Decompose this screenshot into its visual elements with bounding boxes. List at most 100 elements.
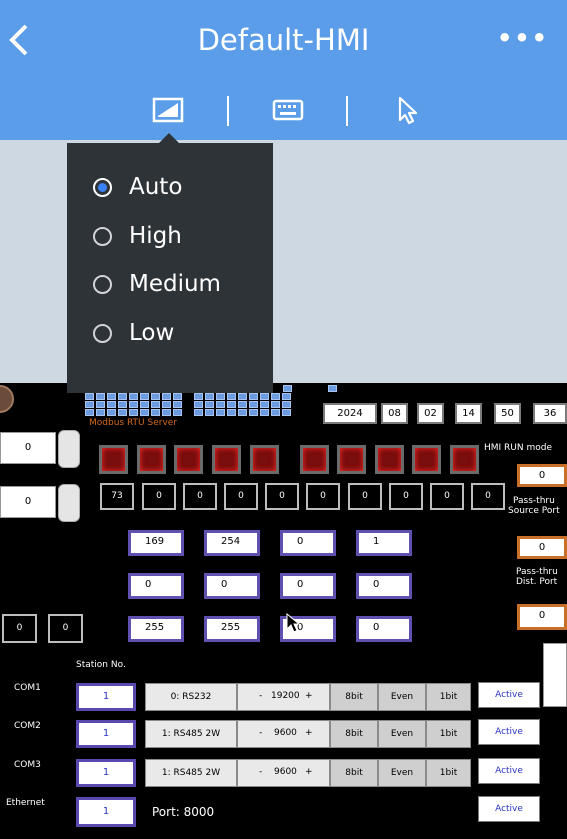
date-year[interactable]: 2024: [323, 403, 377, 424]
time-hour[interactable]: 14: [455, 403, 482, 424]
com1-station-field[interactable]: 1: [76, 683, 136, 711]
indicator-cell: [85, 393, 94, 400]
indicator-cell: [151, 409, 160, 416]
com1-mode-select[interactable]: 0: RS232: [145, 683, 237, 711]
status-lamp[interactable]: [99, 445, 128, 474]
quality-option-medium[interactable]: Medium: [93, 269, 221, 299]
value-spinner[interactable]: 0: [0, 432, 56, 464]
com3-stopbits[interactable]: 1bit: [426, 759, 471, 787]
com1-active-button[interactable]: Active: [478, 682, 540, 708]
indicator-cell: [151, 401, 160, 408]
com3-baud-stepper[interactable]: - 9600 +: [237, 759, 330, 787]
ip-octet-field[interactable]: 254: [204, 530, 260, 556]
indicator-cell: [151, 393, 160, 400]
indicator-cell: [140, 409, 149, 416]
status-lamp[interactable]: [337, 445, 366, 474]
time-second[interactable]: 36: [533, 403, 567, 424]
indicator-cell: [271, 393, 280, 400]
ip-octet-field[interactable]: 255: [204, 616, 260, 642]
spinner-arrows[interactable]: [58, 484, 80, 522]
com2-databits[interactable]: 8bit: [330, 720, 378, 748]
indicator-cell: [194, 393, 203, 400]
register-value: 0: [265, 483, 299, 510]
status-lamp[interactable]: [300, 445, 329, 474]
indicator-cell: [271, 401, 280, 408]
image-quality-icon[interactable]: [152, 96, 184, 124]
com1-stopbits[interactable]: 1bit: [426, 683, 471, 711]
com1-baud-stepper[interactable]: - 19200 +: [237, 683, 330, 711]
indicator-cell: [249, 401, 258, 408]
ethernet-active-button[interactable]: Active: [478, 796, 540, 822]
value-spinner[interactable]: 0: [0, 486, 56, 518]
quality-option-auto[interactable]: Auto: [93, 172, 182, 202]
com3-label: COM3: [14, 760, 41, 770]
value-field[interactable]: 0: [517, 604, 567, 630]
ip-octet-field[interactable]: 0: [356, 616, 412, 642]
ip-octet-field[interactable]: 255: [128, 616, 184, 642]
ip-octet-field[interactable]: 0: [280, 573, 336, 599]
time-minute[interactable]: 50: [494, 403, 521, 424]
com3-databits[interactable]: 8bit: [330, 759, 378, 787]
indicator-cell: [205, 393, 214, 400]
quality-option-low[interactable]: Low: [93, 318, 174, 348]
quality-option-high[interactable]: High: [93, 221, 182, 251]
com1-parity[interactable]: Even: [378, 683, 426, 711]
ethernet-station-field[interactable]: 1: [76, 797, 136, 827]
com2-stopbits[interactable]: 1bit: [426, 720, 471, 748]
more-options-icon[interactable]: •••: [497, 24, 549, 52]
com3-active-button[interactable]: Active: [478, 758, 540, 784]
indicator-cell: [107, 409, 116, 416]
com2-baud-stepper[interactable]: - 9600 +: [237, 720, 330, 748]
indicator-cell: [118, 393, 127, 400]
indicator-cell: [85, 409, 94, 416]
indicator-cell: [173, 409, 182, 416]
baud-decrease-button[interactable]: -: [259, 767, 262, 777]
status-lamp[interactable]: [250, 445, 279, 474]
status-lamp[interactable]: [174, 445, 203, 474]
page-title: Default-HMI: [197, 23, 370, 57]
ip-octet-field[interactable]: 0: [204, 573, 260, 599]
com3-station-field[interactable]: 1: [76, 759, 136, 787]
image-quality-menu: Auto High Medium Low: [67, 143, 273, 393]
register-value: 0: [389, 483, 423, 510]
status-lamp[interactable]: [450, 445, 479, 474]
baud-decrease-button[interactable]: -: [259, 691, 262, 701]
pass-thru-source-port-field[interactable]: 0: [517, 464, 567, 487]
register-value: 73: [100, 483, 134, 510]
status-lamp[interactable]: [137, 445, 166, 474]
baud-increase-button[interactable]: +: [305, 728, 313, 738]
station-no-label: Station No.: [76, 660, 126, 670]
com2-active-button[interactable]: Active: [478, 719, 540, 745]
indicator-cell: [194, 409, 203, 416]
radio-icon: [93, 226, 112, 246]
ip-octet-field[interactable]: 1: [356, 530, 412, 556]
indicator-cell: [238, 401, 247, 408]
ip-octet-field[interactable]: 0: [280, 530, 336, 556]
indicator-cell: [96, 409, 105, 416]
spinner-arrows[interactable]: [58, 430, 80, 468]
mouse-cursor-icon: [286, 613, 300, 633]
ethernet-port-label: Port: 8000: [152, 805, 215, 819]
indicator-cell: [216, 393, 225, 400]
com2-mode-select[interactable]: 1: RS485 2W: [145, 720, 237, 748]
pass-thru-dist-port-field[interactable]: 0: [517, 536, 567, 559]
status-lamp[interactable]: [375, 445, 404, 474]
com1-databits[interactable]: 8bit: [330, 683, 378, 711]
com2-parity[interactable]: Even: [378, 720, 426, 748]
com3-parity[interactable]: Even: [378, 759, 426, 787]
com3-mode-select[interactable]: 1: RS485 2W: [145, 759, 237, 787]
ip-octet-field[interactable]: 169: [128, 530, 184, 556]
date-day[interactable]: 02: [417, 403, 444, 424]
baud-increase-button[interactable]: +: [305, 691, 313, 701]
status-lamp[interactable]: [412, 445, 441, 474]
keyboard-icon[interactable]: [272, 96, 304, 124]
indicator-cell: [260, 409, 269, 416]
status-lamp[interactable]: [212, 445, 241, 474]
ip-octet-field[interactable]: 0: [356, 573, 412, 599]
com2-station-field[interactable]: 1: [76, 720, 136, 748]
date-month[interactable]: 08: [381, 403, 408, 424]
pointer-cursor-icon[interactable]: [392, 96, 424, 124]
ip-octet-field[interactable]: 0: [128, 573, 184, 599]
baud-decrease-button[interactable]: -: [259, 728, 262, 738]
baud-increase-button[interactable]: +: [305, 767, 313, 777]
